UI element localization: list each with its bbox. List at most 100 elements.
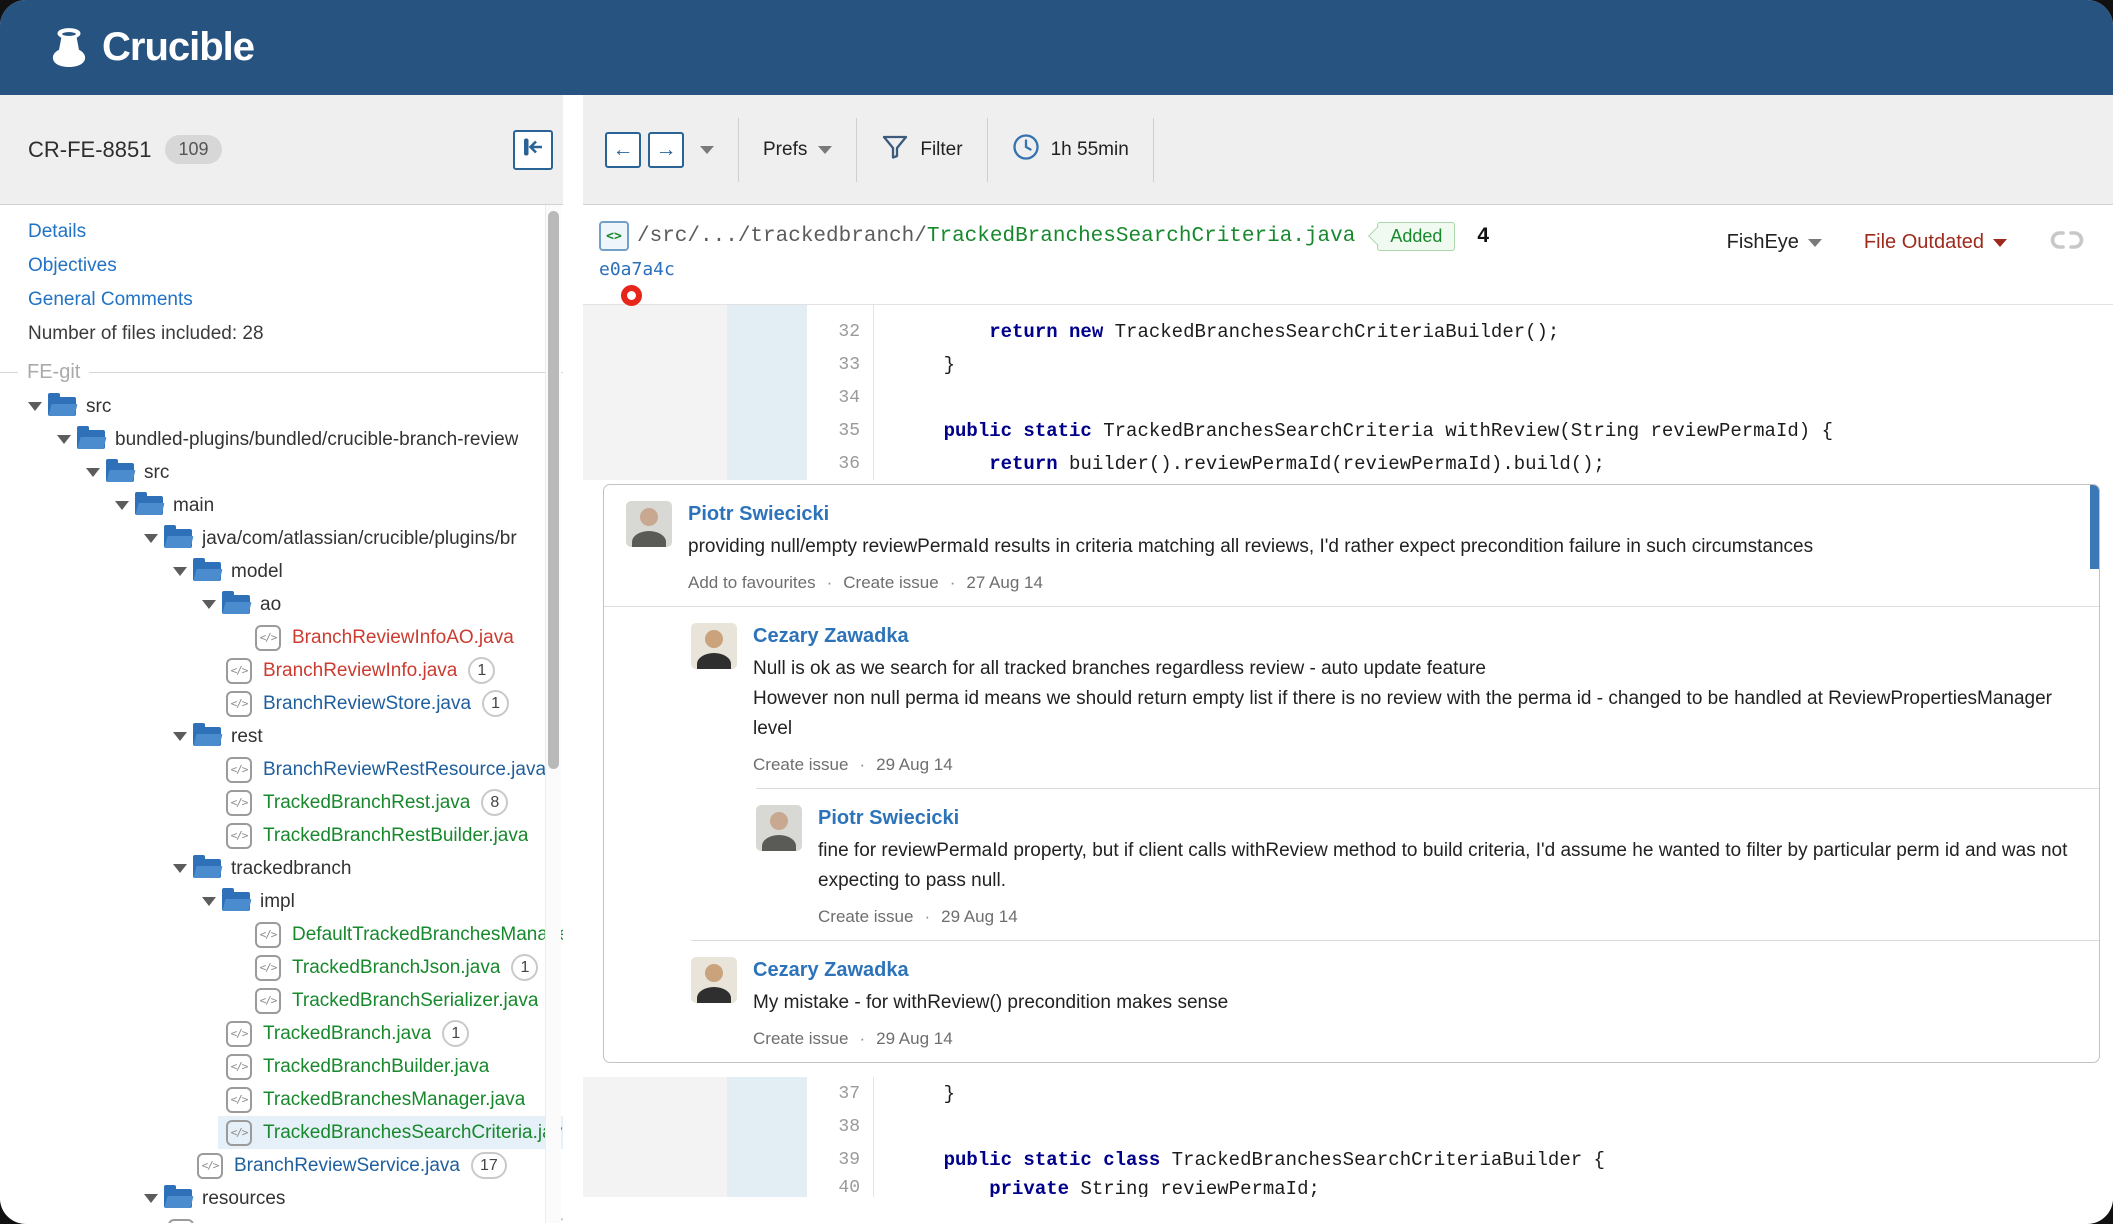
time-spent-indicator[interactable]: 1h 55min: [1012, 133, 1129, 166]
chevron-down-icon[interactable]: [144, 1194, 164, 1203]
filter-button[interactable]: Filter: [881, 134, 963, 165]
sidebar-scrollbar-thumb[interactable]: [548, 211, 559, 769]
tree-file-branchreviewinfoao[interactable]: BranchReviewInfoAO.java: [0, 621, 563, 654]
chevron-down-icon[interactable]: [202, 897, 222, 906]
tree-folder-src-2[interactable]: src: [0, 456, 563, 489]
avatar[interactable]: [691, 623, 737, 669]
code-line[interactable]: 35 public static TrackedBranchesSearchCr…: [583, 414, 2113, 447]
code-line[interactable]: 37 }: [583, 1077, 2113, 1110]
crucible-logo[interactable]: Crucible: [46, 25, 255, 71]
tree-file-trackedbranchesmanager[interactable]: TrackedBranchesManager.java: [0, 1083, 563, 1116]
code-line[interactable]: 33 }: [583, 348, 2113, 381]
avatar[interactable]: [626, 501, 672, 547]
tree-file-branchreviewrestresource[interactable]: BranchReviewRestResource.java: [0, 753, 563, 786]
add-to-favourites-link[interactable]: Add to favourites: [688, 573, 816, 593]
java-file-icon: <>: [599, 221, 629, 251]
toolbar-divider: [986, 117, 988, 182]
revision-link[interactable]: e0a7a4c: [599, 259, 675, 280]
chevron-down-icon[interactable]: [173, 864, 193, 873]
prefs-dropdown[interactable]: Prefs: [763, 139, 833, 161]
file-code-icon: [255, 921, 281, 948]
chevron-down-icon[interactable]: [173, 567, 193, 576]
tree-folder-main[interactable]: main: [0, 489, 563, 522]
tree-file-trackedbranchjson[interactable]: TrackedBranchJson.java1: [0, 951, 563, 984]
tree-file-branchreviewservice[interactable]: BranchReviewService.java17: [0, 1149, 563, 1182]
prev-diff-button[interactable]: ←: [605, 131, 641, 168]
code-line[interactable]: 32 return new TrackedBranchesSearchCrite…: [583, 315, 2113, 348]
revision-marker-icon[interactable]: [621, 285, 642, 306]
tree-file-trackedbranchserializer[interactable]: TrackedBranchSerializer.java: [0, 984, 563, 1017]
tree-file-trackedbranchrestbuilder[interactable]: TrackedBranchRestBuilder.java: [0, 819, 563, 852]
tree-folder-ao[interactable]: ao: [0, 588, 563, 621]
sidebar-scrollbar[interactable]: [545, 205, 561, 1223]
sidebar-item-details[interactable]: Details: [0, 215, 563, 249]
review-key: CR-FE-8851: [28, 136, 152, 162]
sidebar-body: Details Objectives General Comments Numb…: [0, 205, 563, 1223]
create-issue-link[interactable]: Create issue: [753, 755, 848, 775]
comment-author-link[interactable]: Cezary Zawadka: [753, 623, 2075, 649]
tree-file-defaulttrackedbranchesmanager[interactable]: DefaultTrackedBranchesManager.java: [0, 918, 563, 951]
code-line[interactable]: 36 return builder().reviewPermaId(review…: [583, 447, 2113, 480]
code-line[interactable]: 34: [583, 381, 2113, 414]
tree-file-trackedbranchbuilder[interactable]: TrackedBranchBuilder.java: [0, 1050, 563, 1083]
comment-author-link[interactable]: Cezary Zawadka: [753, 957, 2075, 983]
tree-folder-resources[interactable]: resources: [0, 1182, 563, 1215]
tree-file-trackedbranchrest[interactable]: TrackedBranchRest.java8: [0, 786, 563, 819]
file-code-icon: [226, 657, 252, 684]
tree-folder-model[interactable]: model: [0, 555, 563, 588]
tree-file-trackedbranch[interactable]: TrackedBranch.java1: [0, 1017, 563, 1050]
tree-file-branchreviewstore[interactable]: BranchReviewStore.java1: [0, 687, 563, 720]
folder-icon: [164, 1185, 192, 1208]
dot-separator: [827, 573, 833, 593]
sidebar-item-general-comments[interactable]: General Comments: [0, 283, 563, 317]
collapse-sidebar-button[interactable]: [513, 129, 553, 170]
chevron-down-icon[interactable]: [202, 600, 222, 609]
chevron-down-icon[interactable]: [144, 534, 164, 543]
unread-comment-bar: [2090, 485, 2099, 569]
diff-nav-dropdown-caret[interactable]: [700, 145, 714, 154]
tree-file-partial[interactable]: [0, 1215, 563, 1223]
sidebar-item-objectives[interactable]: Objectives: [0, 249, 563, 283]
tree-folder-bundled-plugins[interactable]: bundled-plugins/bundled/crucible-branch-…: [0, 423, 563, 456]
comment-text: However non null perma id means we shoul…: [753, 688, 2053, 739]
line-number: 35: [838, 420, 860, 441]
comment-author-link[interactable]: Piotr Swiecicki: [818, 805, 2075, 831]
tree-file-branchreviewinfo[interactable]: BranchReviewInfo.java1: [0, 654, 563, 687]
tree-folder-java-package[interactable]: java/com/atlassian/crucible/plugins/br: [0, 522, 563, 555]
comment-author-link[interactable]: Piotr Swiecicki: [688, 501, 2075, 527]
tree-file-trackedbranchessearchcriteria[interactable]: TrackedBranchesSearchCriteria.java: [0, 1116, 563, 1149]
app-navbar: Crucible: [0, 0, 2113, 95]
create-issue-link[interactable]: Create issue: [818, 907, 913, 927]
create-issue-link[interactable]: Create issue: [753, 1029, 848, 1049]
file-outdated-dropdown[interactable]: File Outdated: [1864, 231, 2007, 254]
line-number: 39: [838, 1149, 860, 1170]
tree-folder-src[interactable]: src: [0, 390, 563, 423]
folder-icon: [135, 492, 163, 515]
chevron-down-icon[interactable]: [115, 501, 135, 510]
tree-folder-impl[interactable]: impl: [0, 885, 563, 918]
comment-text: Null is ok as we search for all tracked …: [753, 658, 1486, 679]
code-line-partial[interactable]: }: [583, 305, 2113, 315]
create-issue-link[interactable]: Create issue: [843, 573, 938, 593]
line-number: 40: [838, 1178, 860, 1197]
code-line[interactable]: 39 public static class TrackedBranchesSe…: [583, 1143, 2113, 1176]
sidebar-header: CR-FE-8851 109: [0, 95, 563, 205]
avatar[interactable]: [756, 805, 802, 851]
next-diff-button[interactable]: →: [648, 131, 684, 168]
chevron-down-icon[interactable]: [173, 732, 193, 741]
code-line[interactable]: 38: [583, 1110, 2113, 1143]
file-code-icon: [255, 954, 281, 981]
tree-folder-rest[interactable]: rest: [0, 720, 563, 753]
code-block-lower: 37 } 38 39 public static class TrackedBr…: [583, 1077, 2113, 1197]
comment-date: 29 Aug 14: [941, 907, 1018, 926]
line-number: 34: [838, 387, 860, 408]
chevron-down-icon[interactable]: [28, 402, 48, 411]
tree-folder-trackedbranch[interactable]: trackedbranch: [0, 852, 563, 885]
fisheye-dropdown[interactable]: FishEye: [1727, 231, 1822, 254]
code-line[interactable]: 40 private String reviewPermaId;: [583, 1176, 2113, 1197]
avatar[interactable]: [691, 957, 737, 1003]
chevron-down-icon[interactable]: [86, 468, 106, 477]
unlink-icon[interactable]: [2049, 229, 2085, 256]
folder-icon: [48, 393, 76, 416]
chevron-down-icon[interactable]: [57, 435, 77, 444]
